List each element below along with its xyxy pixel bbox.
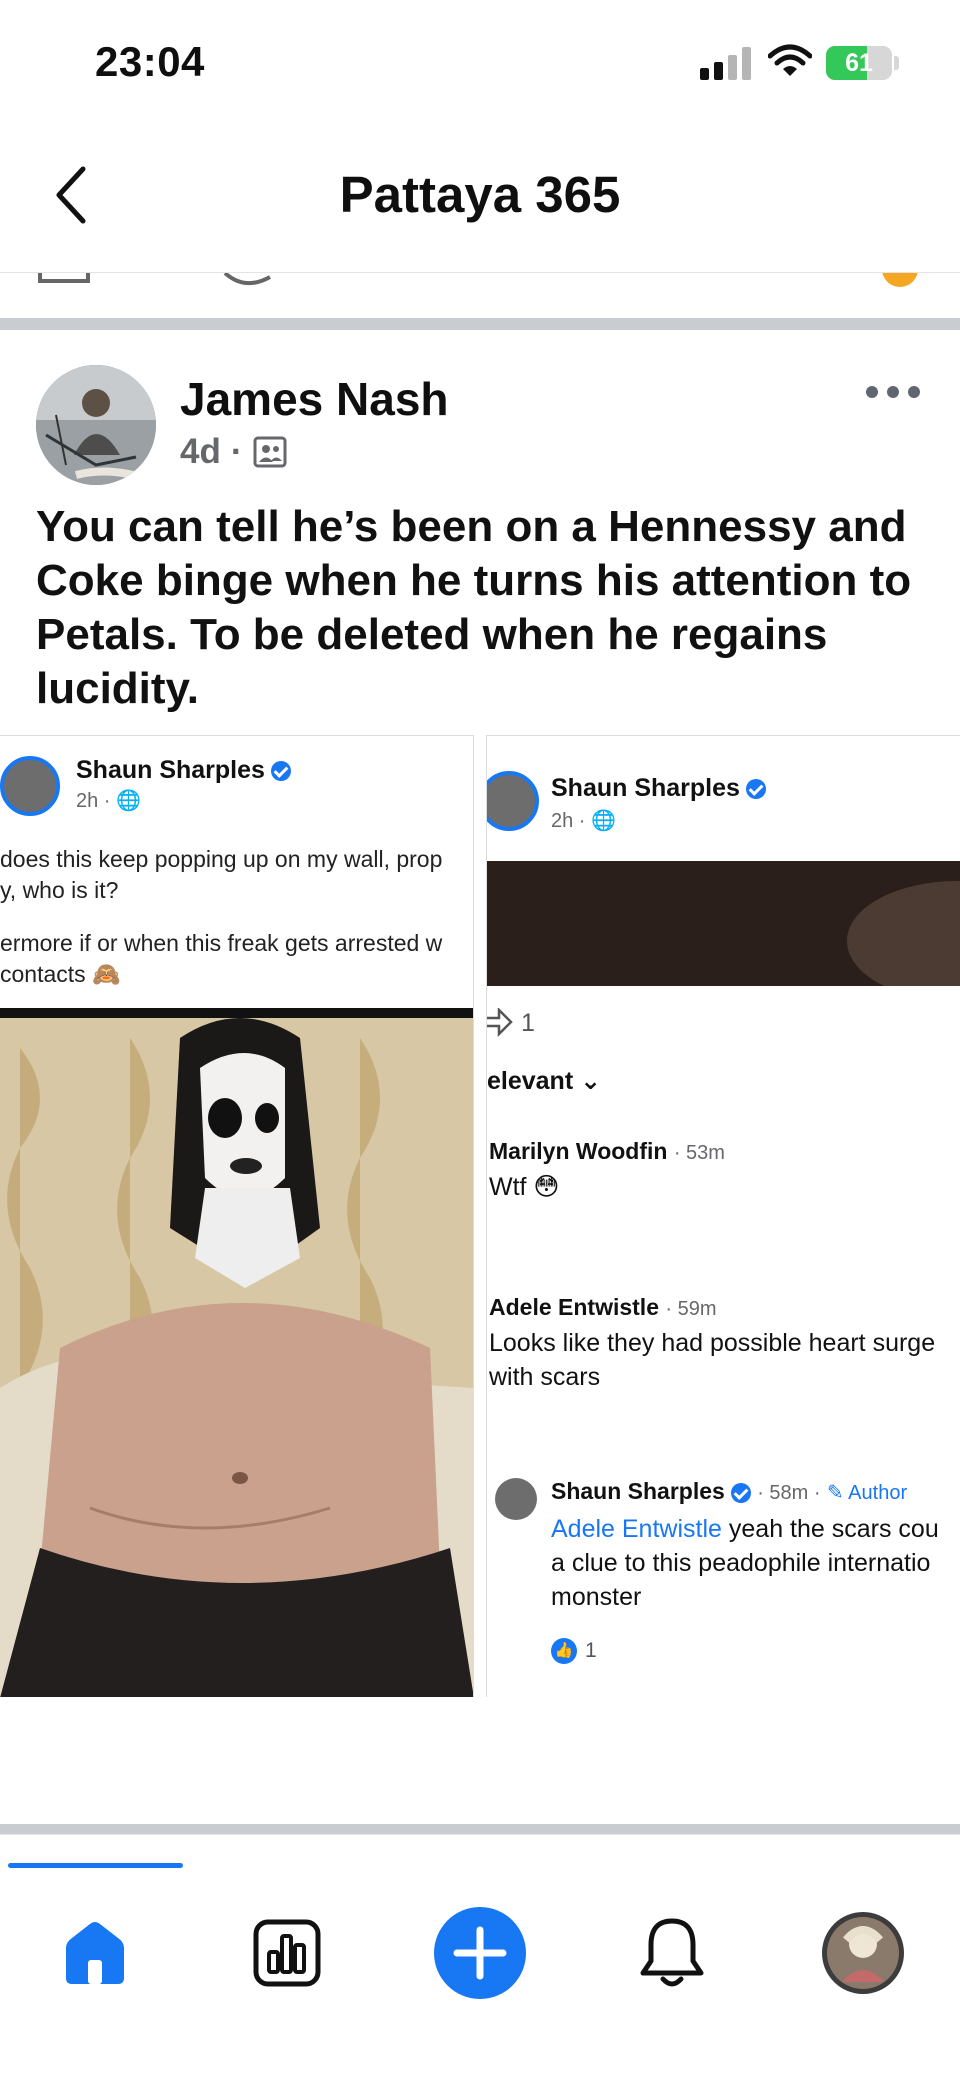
- reply-like-count: 1: [585, 1639, 597, 1662]
- verified-badge-icon: [730, 1482, 751, 1503]
- reply-author: Shaun Sharples · 58m · ✎ Author: [551, 1478, 907, 1505]
- tab-create[interactable]: [430, 1903, 530, 2003]
- status-time: 23:04: [95, 38, 205, 85]
- reply-text-part: yeah the scars cou: [721, 1515, 939, 1543]
- author-badge-label: Author: [848, 1482, 908, 1504]
- comment-author-name: Marilyn Woodfin: [489, 1138, 668, 1164]
- reply-author-name: Shaun Sharples: [551, 1478, 725, 1504]
- shared-text-line: ermore if or when this freak gets arrest…: [0, 930, 443, 956]
- author-avatar[interactable]: [36, 365, 156, 485]
- dot: [866, 386, 878, 398]
- shared-meta: 2h · 🌐: [76, 788, 141, 813]
- post-meta: 4d ·: [180, 432, 287, 472]
- sort-label: elevant: [487, 1067, 574, 1095]
- comment-text: Wtf 😳: [489, 1173, 560, 1201]
- bottom-tab-bar: [0, 1834, 960, 2079]
- profile-avatar: [822, 1912, 904, 1994]
- wifi-icon: [767, 44, 813, 78]
- share-icon: [487, 1008, 513, 1038]
- feed-post: James Nash 4d · You can tell he’s been o…: [0, 330, 960, 2079]
- chevron-down-icon: ⌄: [580, 1067, 602, 1095]
- shared-author-name: Shaun Sharples: [76, 756, 291, 785]
- shared-author-avatar: [0, 756, 60, 816]
- tab-notifications[interactable]: [622, 1903, 722, 2003]
- active-tab-indicator: [8, 1863, 183, 1868]
- comment-author: Marilyn Woodfin · 53m: [489, 1138, 725, 1165]
- share-count-row: 1: [487, 1006, 535, 1040]
- shared-author-name-text: Shaun Sharples: [551, 774, 740, 802]
- create-plus-icon: [434, 1907, 526, 1999]
- page-header: Pattaya 365: [0, 120, 960, 275]
- tab-home[interactable]: [45, 1903, 145, 2003]
- share-count: 1: [521, 1009, 535, 1037]
- meta-dot: ·: [230, 432, 243, 471]
- comment-sort: elevant ⌄: [487, 1064, 601, 1098]
- shared-photo: [0, 1008, 473, 1697]
- notifications-bell-icon: [640, 1918, 704, 1987]
- post-text: You can tell he’s been on a Hennessy and…: [36, 502, 912, 713]
- verified-badge-icon: [745, 779, 766, 800]
- shared-text-line: does this keep popping up on my wall, pr…: [0, 846, 443, 872]
- page-title: Pattaya 365: [339, 166, 621, 223]
- post-author-name[interactable]: James Nash: [180, 372, 449, 426]
- feed-separator: [0, 318, 960, 330]
- comment-text: with scars: [489, 1363, 601, 1391]
- pencil-icon: ✎: [826, 1482, 844, 1504]
- home-icon: [66, 1922, 124, 1984]
- shared-photo-crop: [487, 861, 960, 986]
- cellular-signal-icon: [700, 46, 752, 80]
- reply-avatar: [495, 1478, 537, 1520]
- shared-text-line: y, who is it?: [0, 877, 119, 903]
- comment-text: Looks like they had possible heart surge: [489, 1329, 936, 1357]
- post-age: 4d: [180, 432, 221, 471]
- comment-time: · 53m: [673, 1142, 725, 1164]
- author-badge: ✎ Author: [827, 1482, 907, 1504]
- shared-author-avatar: [487, 771, 539, 831]
- dashboard-icon: [253, 1919, 321, 1987]
- like-badge-icon: 👍: [551, 1638, 577, 1664]
- status-bar: 23:04 61: [0, 0, 960, 120]
- battery-percent: 61: [845, 49, 873, 77]
- reply-time: · 58m ·: [757, 1482, 821, 1504]
- globe-icon: 🌐: [116, 790, 141, 812]
- comment-time: · 59m: [665, 1298, 717, 1320]
- group-icon: [253, 436, 287, 468]
- reply-mention: Adele Entwistle: [551, 1515, 722, 1543]
- comment-author-name: Adele Entwistle: [489, 1294, 659, 1320]
- shared-text-line: contacts 🙈: [0, 961, 121, 987]
- battery-icon: 61: [826, 46, 892, 80]
- dot: [887, 386, 899, 398]
- previous-post-peek: [0, 272, 960, 318]
- shared-meta-text: 2h ·: [76, 790, 117, 812]
- feed-separator: [0, 1824, 960, 1834]
- verified-badge-icon: [270, 761, 291, 782]
- shared-meta-text: 2h ·: [551, 810, 592, 832]
- dot: [908, 386, 920, 398]
- shared-meta: 2h · 🌐: [551, 808, 616, 833]
- battery-cap: [894, 56, 899, 70]
- shared-author-name: Shaun Sharples: [551, 774, 766, 803]
- media-image-2[interactable]: Shaun Sharples 2h · 🌐 1 elevant ⌄ Marily…: [486, 735, 960, 1697]
- media-image-1[interactable]: Shaun Sharples 2h · 🌐 does this keep pop…: [0, 735, 474, 1697]
- more-options-button[interactable]: [866, 382, 920, 402]
- globe-icon: 🌐: [591, 810, 616, 832]
- reply-likes: 👍 1: [551, 1634, 597, 1668]
- reply-text: Adele Entwistle yeah the scars cou: [551, 1512, 939, 1546]
- reply-text: monster: [551, 1583, 642, 1611]
- tab-profile[interactable]: [813, 1903, 913, 2003]
- reply-text: a clue to this peadophile internatio: [551, 1549, 931, 1577]
- comment-author: Adele Entwistle · 59m: [489, 1294, 717, 1321]
- tab-dashboard[interactable]: [237, 1903, 337, 2003]
- shared-author-name-text: Shaun Sharples: [76, 756, 265, 784]
